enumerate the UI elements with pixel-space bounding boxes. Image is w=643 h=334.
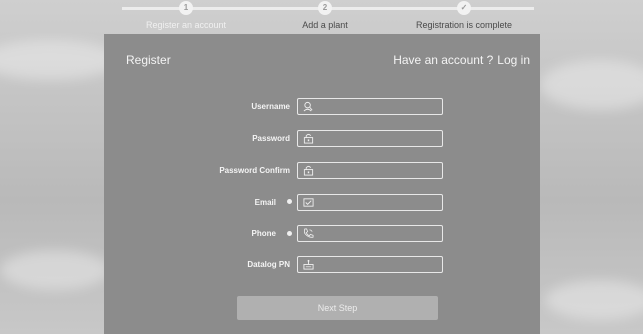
password-confirm-field[interactable] — [297, 162, 443, 179]
have-account-text: Have an account ? — [393, 53, 494, 67]
username-field[interactable] — [297, 98, 443, 115]
datalog-pn-label: Datalog PN — [247, 260, 290, 269]
password-confirm-input[interactable] — [322, 163, 440, 178]
have-account-prompt: Have an account ? Log in — [393, 53, 530, 67]
email-label: Email — [254, 198, 276, 207]
step-1-label: Register an account — [145, 20, 227, 30]
username-input[interactable] — [322, 99, 440, 114]
step-2-label: Add a plant — [302, 20, 348, 30]
email-icon — [303, 198, 314, 207]
step-1-marker: 1 — [179, 1, 193, 15]
password-field[interactable] — [297, 130, 443, 147]
phone-label: Phone — [251, 229, 276, 238]
step-3-label: Registration is complete — [415, 20, 513, 30]
required-indicator — [287, 231, 292, 236]
login-link[interactable]: Log in — [497, 53, 530, 67]
registration-progress: 1 2 ✓ Register an account Add a plant Re… — [0, 0, 643, 30]
datalogger-icon — [303, 259, 314, 270]
email-input[interactable] — [322, 195, 440, 210]
phone-field[interactable] — [297, 225, 443, 242]
step-3-check-icon: ✓ — [457, 1, 471, 15]
lock-icon — [303, 133, 314, 144]
password-label: Password — [252, 134, 290, 143]
panel-title: Register — [126, 53, 171, 67]
register-panel: Register Have an account ? Log in Usernam… — [104, 34, 540, 334]
background-cloud — [0, 40, 120, 80]
email-field[interactable] — [297, 194, 443, 211]
password-confirm-label: Password Confirm — [219, 166, 290, 175]
required-indicator — [287, 199, 292, 204]
password-input[interactable] — [322, 131, 440, 146]
phone-input[interactable] — [322, 226, 440, 241]
next-step-button[interactable]: Next Step — [237, 296, 438, 320]
background-cloud — [540, 60, 643, 110]
user-icon — [303, 101, 313, 112]
phone-icon — [303, 228, 314, 238]
lock-icon — [303, 165, 314, 176]
datalog-pn-input[interactable] — [322, 257, 440, 272]
step-2-marker: 2 — [318, 1, 332, 15]
background-cloud — [545, 280, 643, 320]
datalog-pn-field[interactable] — [297, 256, 443, 273]
background-cloud — [0, 250, 110, 290]
username-label: Username — [251, 102, 290, 111]
